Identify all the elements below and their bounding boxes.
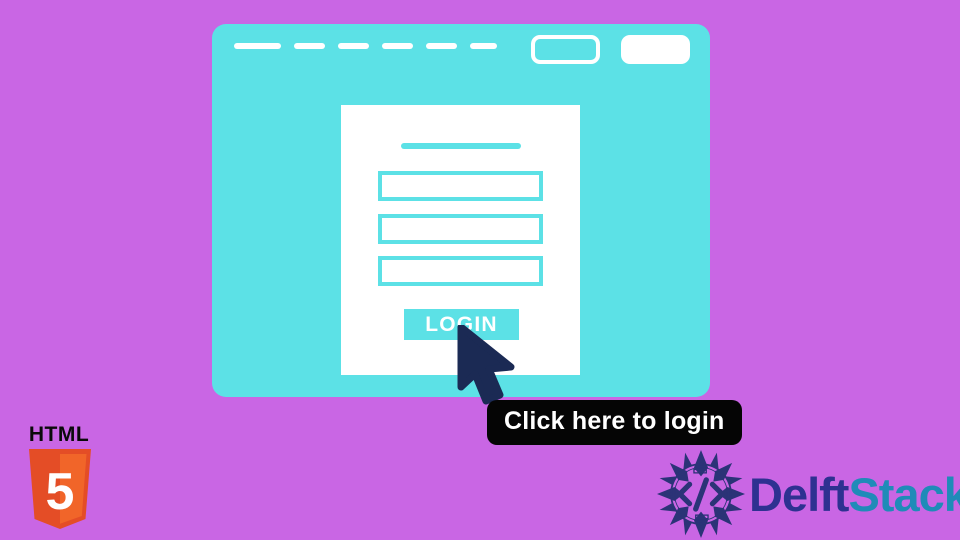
nav-secondary-button[interactable]	[531, 35, 600, 64]
delftstack-emblem-icon	[657, 450, 745, 538]
delftstack-word-secondary: Stack	[848, 467, 960, 521]
extra-field[interactable]	[378, 256, 543, 286]
html5-shield-icon: 5	[29, 449, 91, 529]
delftstack-wordmark: DelftStack	[749, 471, 960, 518]
nav-menu-item-1[interactable]	[234, 43, 281, 49]
password-field[interactable]	[378, 214, 543, 244]
delftstack-logo: DelftStack	[655, 450, 960, 538]
html5-badge: HTML 5	[18, 424, 100, 534]
nav-menu-item-5[interactable]	[426, 43, 457, 49]
delftstack-word-primary: Delft	[749, 467, 849, 521]
nav-menu-item-6[interactable]	[470, 43, 497, 49]
nav-menu-item-2[interactable]	[294, 43, 325, 49]
nav-menu-item-4[interactable]	[382, 43, 413, 49]
screenshot-canvas: LOGIN Click here to login HTML 5 DelftSt…	[0, 0, 960, 540]
browser-window-mock: LOGIN	[212, 24, 710, 397]
html5-wordmark: HTML	[28, 423, 90, 446]
tooltip-click-here-to-login: Click here to login	[487, 400, 742, 445]
nav-primary-button[interactable]	[621, 35, 690, 64]
username-field[interactable]	[378, 171, 543, 201]
login-card: LOGIN	[341, 105, 580, 375]
login-button[interactable]: LOGIN	[404, 309, 519, 340]
nav-menu-item-3[interactable]	[338, 43, 369, 49]
svg-text:5: 5	[46, 463, 75, 521]
nav-menu-placeholder	[234, 43, 497, 49]
login-card-title-placeholder	[401, 143, 521, 149]
